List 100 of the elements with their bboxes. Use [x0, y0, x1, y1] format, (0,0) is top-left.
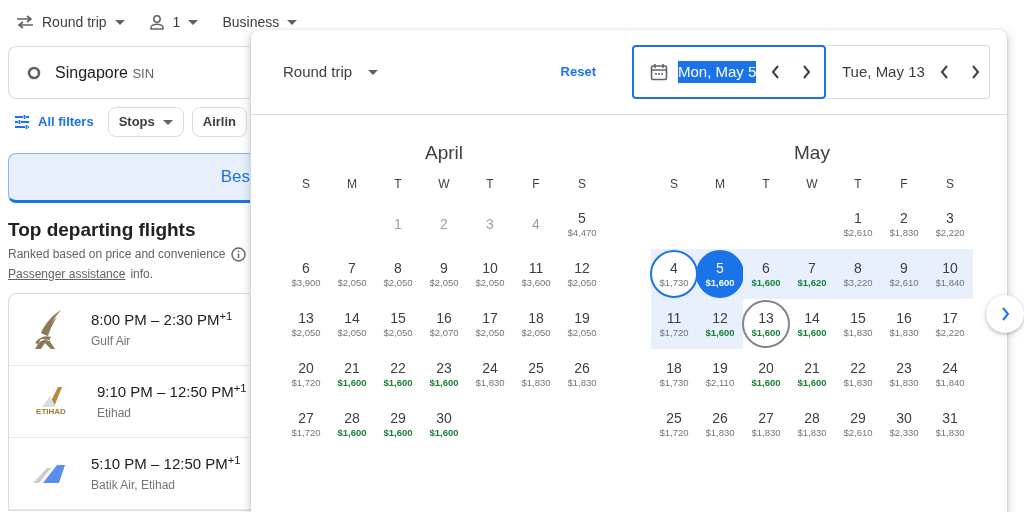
calendar-day[interactable]: 23 $1,830 — [880, 350, 928, 398]
weekday-label: S — [301, 176, 311, 193]
caret-icon — [114, 19, 125, 25]
flight-row[interactable]: 8:00 PM – 2:30 PM$^{+1}$ Gulf Air — [9, 294, 250, 366]
month-title: May — [793, 141, 831, 165]
filter-chip[interactable]: Airlin — [191, 107, 247, 137]
weekday-label: W — [805, 176, 819, 193]
calendar-day[interactable]: 2 $1,830 — [880, 200, 928, 248]
calendar-day[interactable]: 13 $2,050 — [282, 300, 330, 348]
trip-type-dropdown[interactable]: Round trip — [275, 52, 387, 92]
calendar-day[interactable]: 8 $3,220 — [834, 250, 882, 298]
calendar-day[interactable]: 27 $1,720 — [282, 400, 330, 448]
calendar-day[interactable]: 9 $2,610 — [880, 250, 928, 298]
calendar-day[interactable]: 26 $1,830 — [558, 350, 606, 398]
calendar-day: 2 — [420, 200, 468, 248]
sort-tab[interactable]: Bes — [8, 153, 250, 203]
logo-text: ETIHAD — [36, 407, 66, 416]
trip-type-dropdown[interactable]: Round trip — [42, 11, 133, 33]
calendar-day[interactable]: 22 $1,600 — [374, 350, 422, 398]
calendar-day[interactable]: 20 $1,600 — [742, 350, 790, 398]
calendar-day[interactable]: 24 $1,840 — [926, 350, 974, 398]
calendar-day[interactable]: 1 $2,610 — [834, 200, 882, 248]
assistance-note: Passenger assistance info. — [8, 265, 155, 283]
departure-date-field[interactable]: Mon, May 5 — [632, 45, 826, 99]
section-title: Top departing flights — [8, 219, 197, 241]
info-icon — [230, 246, 246, 262]
ranking-note: Ranked based on price and convenience — [8, 246, 226, 263]
calendar-day[interactable]: 24 $1,830 — [466, 350, 514, 398]
calendar-day[interactable]: 14 $1,600 — [788, 300, 836, 348]
airline-name: Etihad — [97, 404, 133, 422]
calendar-day[interactable]: 30 $1,600 — [420, 400, 468, 448]
flight-times: 8:00 PM – 2:30 PM$^{+1}$ — [91, 309, 233, 331]
weekday-label: T — [393, 176, 403, 193]
calendar-day[interactable]: 30 $2,330 — [880, 400, 928, 448]
return-date-field[interactable]: Tue, May 13 — [826, 45, 990, 99]
calendar-day[interactable]: 22 $1,830 — [834, 350, 882, 398]
calendar-day[interactable]: 18 $2,050 — [512, 300, 560, 348]
all-filters-button[interactable]: All filters — [8, 112, 100, 132]
calendar-day[interactable]: 25 $1,720 — [650, 400, 698, 448]
calendar-day[interactable]: 21 $1,600 — [788, 350, 836, 398]
calendar-day[interactable]: 19 $2,110 — [696, 350, 744, 398]
weekday-label: F — [531, 176, 541, 193]
calendar-day[interactable]: 21 $1,600 — [328, 350, 376, 398]
calendar-day[interactable]: 16 $1,830 — [880, 300, 928, 348]
assistance-link[interactable]: Passenger assistance — [8, 265, 126, 283]
calendar-day[interactable]: 25 $1,830 — [512, 350, 560, 398]
calendar-day[interactable]: 13 $1,600 — [742, 300, 790, 348]
calendar-day[interactable]: 10 $1,840 — [926, 250, 974, 298]
calendar-day[interactable]: 19 $2,050 — [558, 300, 606, 348]
calendar-day[interactable]: 3 $2,220 — [926, 200, 974, 248]
calendar-icon — [650, 63, 668, 81]
flight-row[interactable]: ETIHAD 9:10 PM – 12:50 PM$^{+1}$ Etihad — [9, 366, 250, 438]
caret-icon — [287, 19, 298, 25]
calendar-day[interactable]: 15 $1,830 — [834, 300, 882, 348]
calendar-day[interactable]: 20 $1,720 — [282, 350, 330, 398]
calendar-day[interactable]: 14 $2,050 — [328, 300, 376, 348]
calendar-day[interactable]: 17 $2,050 — [466, 300, 514, 348]
calendar-day: 4 — [512, 200, 560, 248]
calendar-day[interactable]: 11 $3,600 — [512, 250, 560, 298]
flight-row[interactable]: 5:10 PM – 12:50 PM$^{+1}$ Batik Air, Etihad — [9, 438, 250, 510]
calendar-day[interactable]: 18 $1,730 — [650, 350, 698, 398]
calendar-day[interactable]: 9 $2,050 — [420, 250, 468, 298]
calendar-day[interactable]: 23 $1,600 — [420, 350, 468, 398]
calendar-day[interactable]: 15 $2,050 — [374, 300, 422, 348]
calendar-day[interactable]: 12 $2,050 — [558, 250, 606, 298]
calendar-day[interactable]: 7 $2,050 — [328, 250, 376, 298]
calendar-day[interactable]: 5 $4,470 — [558, 200, 606, 248]
calendar-day[interactable]: 7 $1,620 — [788, 250, 836, 298]
calendar-day[interactable]: 26 $1,830 — [696, 400, 744, 448]
calendar-day[interactable]: 28 $1,600 — [328, 400, 376, 448]
filter-chip[interactable]: Stops — [107, 107, 184, 137]
calendar-day[interactable]: 12 $1,600 — [696, 300, 744, 348]
airline-name: Batik Air, Etihad — [91, 476, 177, 494]
calendar-day[interactable]: 6 $3,900 — [282, 250, 330, 298]
calendar-day[interactable]: 17 $2,220 — [926, 300, 974, 348]
calendar-day[interactable]: 4 $1,730 — [650, 250, 698, 298]
weekday-label: S — [669, 176, 679, 193]
calendar-day[interactable]: 5 $1,600 — [696, 250, 744, 298]
caret-icon — [188, 19, 199, 25]
calendar-day[interactable]: 8 $2,050 — [374, 250, 422, 298]
calendar-day[interactable]: 10 $2,050 — [466, 250, 514, 298]
passenger-dropdown[interactable]: 1 — [148, 11, 207, 33]
calendar-day[interactable]: 29 $1,600 — [374, 400, 422, 448]
weekday-label: S — [945, 176, 955, 193]
calendar-day[interactable]: 11 $1,720 — [650, 300, 698, 348]
calendar-day[interactable]: 6 $1,600 — [742, 250, 790, 298]
tail-fin-icon — [40, 387, 62, 407]
weekday-label: T — [853, 176, 863, 193]
calendar-day[interactable]: 28 $1,830 — [788, 400, 836, 448]
weekday-label: S — [577, 176, 587, 193]
calendar-day[interactable]: 29 $2,610 — [834, 400, 882, 448]
cabin-class-dropdown[interactable]: Business — [222, 11, 306, 33]
calendar-day[interactable]: 31 $1,830 — [926, 400, 974, 448]
swap-arrows-icon — [16, 15, 34, 29]
weekday-label: F — [899, 176, 909, 193]
reset-button[interactable]: Reset — [554, 56, 602, 88]
origin-field[interactable]: Singapore SIN — [8, 46, 250, 99]
airline-name: Gulf Air — [91, 332, 132, 350]
calendar-day[interactable]: 16 $2,070 — [420, 300, 468, 348]
calendar-day[interactable]: 27 $1,830 — [742, 400, 790, 448]
